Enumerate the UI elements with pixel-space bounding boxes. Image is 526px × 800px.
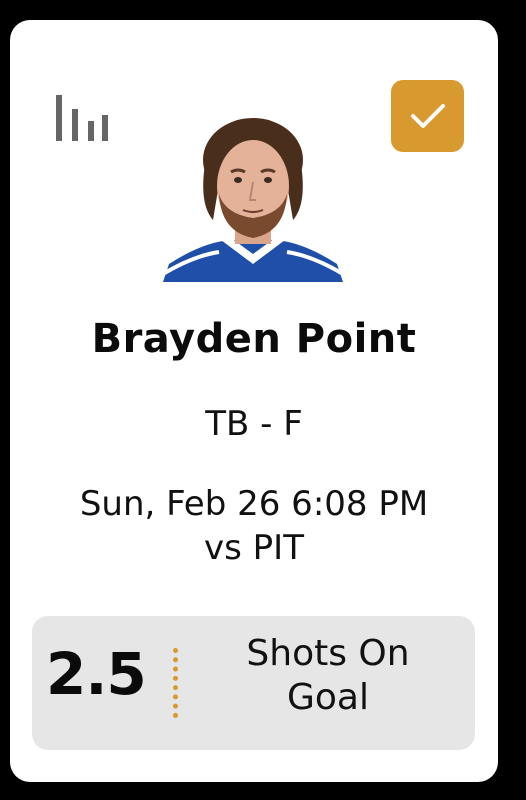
bar-chart-icon[interactable] [54, 95, 110, 141]
player-prop-card[interactable]: Brayden Point TB - F Sun, Feb 26 6:08 PM… [10, 20, 498, 782]
game-info: Sun, Feb 26 6:08 PM vs PIT [10, 482, 498, 570]
stat-type-line1: Shots On [246, 633, 410, 674]
stat-type-line2: Goal [287, 677, 369, 718]
player-headshot [161, 114, 345, 282]
game-time: Sun, Feb 26 6:08 PM [79, 484, 429, 524]
dotted-divider [173, 648, 178, 718]
player-name: Brayden Point [91, 316, 417, 362]
stat-type: Shots On Goal [218, 632, 438, 720]
prop-line-panel: 2.5 Shots On Goal [32, 616, 475, 750]
select-pick-button[interactable] [391, 80, 464, 152]
checkmark-icon [410, 104, 445, 128]
prop-line-value: 2.5 [46, 640, 147, 708]
team-position: TB - F [205, 404, 303, 444]
opponent: vs PIT [204, 528, 304, 568]
